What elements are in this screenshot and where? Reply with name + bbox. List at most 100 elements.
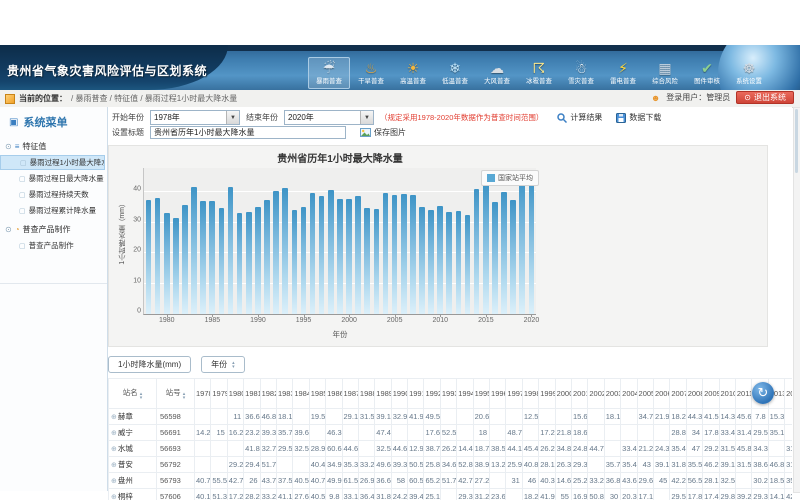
scrollbar-thumb[interactable] — [795, 109, 798, 173]
expand-toggle-icon: ⊙ — [5, 225, 12, 234]
nav-high-temp-survey[interactable]: ☀高温普查 — [392, 57, 434, 89]
expand-row-icon[interactable]: ⊕ — [111, 446, 117, 453]
nav-system-settings[interactable]: ☸系统设置 — [728, 57, 770, 89]
station-id-header[interactable]: 站号 ▴▾ — [157, 379, 195, 409]
year-column-header[interactable]: 1993 — [440, 379, 456, 409]
year-column-header[interactable]: 2004 — [621, 379, 637, 409]
sidebar-group[interactable]: ⊙≡特征值 — [0, 136, 107, 154]
year-column-header[interactable]: 1983 — [276, 379, 292, 409]
nav-hail-survey[interactable]: ☈冰雹普查 — [518, 57, 560, 89]
year-column-header[interactable]: 1998 — [522, 379, 538, 409]
range-hint: （规定采用1978-2020年数据作为普查时间范围） — [380, 112, 543, 123]
year-column-header[interactable]: 2007 — [670, 379, 686, 409]
nav-drought-survey[interactable]: ♨干旱普查 — [350, 57, 392, 89]
power-icon: ⊙ — [744, 93, 751, 102]
chart-title-input[interactable] — [150, 126, 346, 139]
refresh-float-button[interactable]: ↻ — [752, 382, 774, 404]
year-sort-chip[interactable]: 年份 ▴▾ — [201, 356, 245, 373]
start-year-select[interactable]: 1978年 ▼ — [150, 110, 240, 125]
year-column-header[interactable]: 1984 — [293, 379, 309, 409]
year-column-header[interactable]: 2002 — [588, 379, 604, 409]
year-column-header[interactable]: 1978 — [195, 379, 211, 409]
sidebar-item[interactable]: ▢暴雨过程1小时最大降水量 — [0, 155, 105, 170]
value-cell — [342, 425, 358, 441]
year-column-header[interactable]: 1999 — [539, 379, 555, 409]
sidebar-item[interactable]: ▢普查产品制作 — [0, 238, 105, 253]
data-download-button[interactable]: 数据下载 — [616, 112, 661, 123]
sidebar-item[interactable]: ▢暴雨过程累计降水量 — [0, 203, 105, 218]
bar-1991 — [264, 200, 270, 314]
expand-row-icon[interactable]: ⊕ — [111, 478, 117, 485]
year-column-header[interactable]: 1990 — [391, 379, 407, 409]
year-column-header[interactable]: 1992 — [424, 379, 440, 409]
year-column-header[interactable]: 1991 — [408, 379, 424, 409]
year-column-header[interactable]: 2000 — [555, 379, 571, 409]
station-name-cell[interactable]: ⊕威宁 — [109, 425, 157, 441]
calc-result-button[interactable]: 计算结果 — [557, 112, 602, 123]
year-column-header[interactable]: 2006 — [653, 379, 669, 409]
station-name-header[interactable]: 站名 ▴▾ — [109, 379, 157, 409]
year-column-header[interactable]: 1989 — [375, 379, 391, 409]
year-column-header[interactable]: 2010 — [719, 379, 735, 409]
year-column-header[interactable]: 1994 — [457, 379, 473, 409]
chevron-down-icon[interactable]: ▼ — [360, 111, 373, 124]
year-column-header[interactable]: 2014 — [785, 379, 792, 409]
station-name-cell[interactable]: ⊕盘州 — [109, 473, 157, 489]
year-column-header[interactable]: 1986 — [326, 379, 342, 409]
year-column-header[interactable]: 1982 — [260, 379, 276, 409]
year-column-header[interactable]: 1995 — [473, 379, 489, 409]
expand-row-icon[interactable]: ⊕ — [111, 414, 117, 421]
year-column-header[interactable]: 2008 — [686, 379, 702, 409]
station-name-cell[interactable]: ⊕普安 — [109, 457, 157, 473]
end-year-select[interactable]: 2020年 ▼ — [284, 110, 374, 125]
station-name-cell[interactable]: ⊕赫章 — [109, 409, 157, 425]
chevron-down-icon[interactable]: ▼ — [226, 111, 239, 124]
year-column-header[interactable]: 1987 — [342, 379, 358, 409]
sort-arrows-icon[interactable]: ▴▾ — [140, 392, 143, 400]
nav-snow-survey[interactable]: ☃雪灾普查 — [560, 57, 602, 89]
year-column-header[interactable]: 1985 — [309, 379, 325, 409]
save-image-button[interactable]: 保存图片 — [360, 127, 406, 138]
nav-low-temp-survey[interactable]: ❄低温普查 — [434, 57, 476, 89]
sidebar-item[interactable]: ▢暴雨过程日最大降水量 — [0, 171, 105, 186]
year-column-header[interactable]: 2009 — [703, 379, 719, 409]
wrench-icon: ☸ — [729, 60, 769, 76]
sidebar-tree: ⊙≡特征值▢暴雨过程1小时最大降水量▢暴雨过程日最大降水量▢暴雨过程持续天数▢暴… — [0, 136, 107, 253]
expand-row-icon[interactable]: ⊕ — [111, 430, 117, 437]
nav-wind-survey[interactable]: ☁大风普查 — [476, 57, 518, 89]
year-column-header[interactable]: 1988 — [358, 379, 374, 409]
nav-rainstorm-survey[interactable]: ☔暴雨普查 — [308, 57, 350, 89]
chart-panel: 贵州省历年1小时最大降水量 1小时降水量（mm） 年份 010203040198… — [108, 145, 768, 347]
breadcrumb-label: 当前的位置： — [19, 93, 67, 104]
sidebar-item[interactable]: ▢暴雨过程持续天数 — [0, 187, 105, 202]
value-cell: 42.7 — [457, 473, 473, 489]
nav-map-review[interactable]: ✔图件审核 — [686, 57, 728, 89]
expand-row-icon[interactable]: ⊕ — [111, 462, 117, 469]
nav-comprehensive-risk[interactable]: ▦综合风险 — [644, 57, 686, 89]
value-cell: 52.5 — [440, 425, 456, 441]
station-id-cell: 56792 — [157, 457, 195, 473]
vertical-scrollbar[interactable] — [793, 107, 800, 493]
sort-arrows-icon[interactable]: ▴▾ — [183, 392, 186, 400]
sidebar: ▣ 系统菜单 ⊙≡特征值▢暴雨过程1小时最大降水量▢暴雨过程日最大降水量▢暴雨过… — [0, 107, 108, 491]
bar-2010 — [437, 206, 443, 314]
data-table-container[interactable]: 站名 ▴▾站号 ▴▾197819791980198119821983198419… — [108, 378, 792, 500]
year-column-header[interactable]: 1979 — [211, 379, 227, 409]
station-name-cell[interactable]: ⊕桐梓 — [109, 489, 157, 500]
nav-lightning-survey[interactable]: ⚡雷电普查 — [602, 57, 644, 89]
year-column-header[interactable]: 1997 — [506, 379, 522, 409]
year-column-header[interactable]: 2001 — [571, 379, 587, 409]
year-column-header[interactable]: 1980 — [227, 379, 243, 409]
expand-row-icon[interactable]: ⊕ — [111, 494, 117, 500]
x-tick-label: 2020 — [518, 317, 544, 324]
year-column-header[interactable]: 2011 — [735, 379, 751, 409]
year-column-header[interactable]: 1981 — [244, 379, 260, 409]
year-column-header[interactable]: 2005 — [637, 379, 653, 409]
year-column-header[interactable]: 1996 — [490, 379, 506, 409]
station-name-cell[interactable]: ⊕水城 — [109, 441, 157, 457]
sort-arrows-icon[interactable]: ▴▾ — [232, 361, 235, 369]
sidebar-group[interactable]: ⊙◔普查产品制作 — [0, 219, 107, 237]
year-column-header[interactable]: 2003 — [604, 379, 620, 409]
logout-button[interactable]: ⊙ 退出系统 — [736, 91, 794, 104]
value-cell: 18 — [473, 425, 489, 441]
